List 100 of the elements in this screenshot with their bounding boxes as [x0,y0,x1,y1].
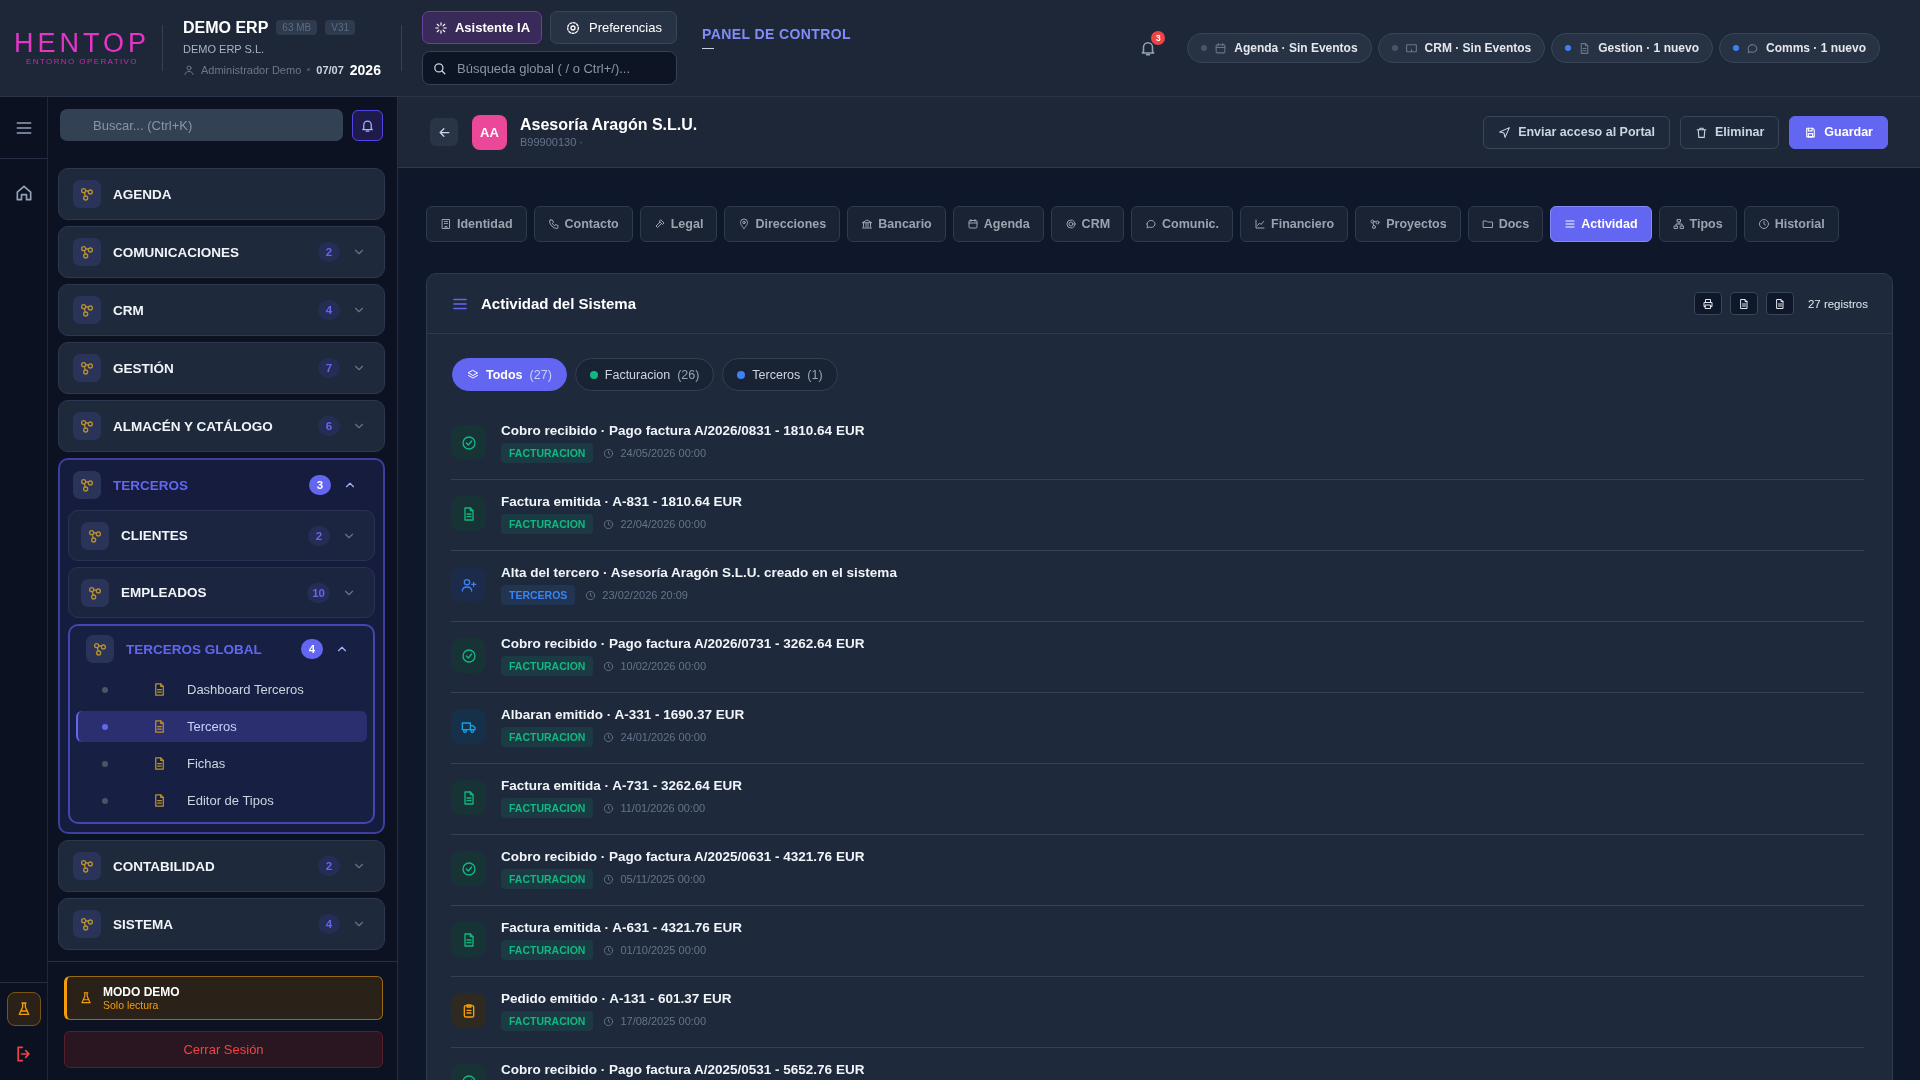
sidebar-item[interactable]: AGENDA [58,168,385,220]
check-circle-icon [460,434,477,451]
nodes-icon [79,477,95,493]
sidebar-item[interactable]: TERCEROS 3 [68,460,375,510]
tab[interactable]: Comunic. [1131,206,1234,242]
status-pill[interactable]: Gestion · 1 nuevo [1551,33,1713,63]
clock-icon [603,802,615,814]
portal-button[interactable]: Enviar acceso al Portal [1483,115,1671,149]
tab[interactable]: Contacto [533,206,633,242]
category-tag: FACTURACION [501,656,594,676]
settings-icon [565,19,581,36]
year-text: 2026 [349,61,381,78]
assistant-button[interactable]: Asistente IA [422,11,542,44]
clock-icon [603,944,615,956]
add-user-icon [460,576,477,593]
tab[interactable]: Historial [1743,206,1839,242]
print-button[interactable] [1693,292,1722,315]
tab[interactable]: Financiero [1240,206,1349,242]
activity-title: Factura emitida · A-631 - 4321.76 EUR [501,920,743,935]
activity-title: Cobro recibido · Pago factura A/2026/0731 - 3262.64 EUR [501,636,865,651]
nodes-icon [79,360,95,376]
sidebar-subitem[interactable]: Fichas [76,748,367,779]
category-tag: FACTURACION [501,727,594,747]
layers-icon [467,368,479,381]
category-tag: TERCEROS [501,585,576,605]
print-icon [1701,297,1714,310]
count-badge: 3 [309,475,331,495]
panel-link[interactable]: PANEL DE CONTROL [702,26,851,42]
delete-icon [1695,125,1709,139]
tab[interactable]: Legal [639,206,718,242]
bank-icon [861,218,874,230]
activity-date: 24/01/2026 00:00 [620,731,707,743]
sidebar-item[interactable]: CRM 4 [58,284,385,336]
status-pill[interactable]: CRM · Sin Eventos [1377,33,1546,63]
tab[interactable]: Identidad [426,206,527,242]
tab[interactable]: Tipos [1658,206,1737,242]
search-field[interactable]: Buscar... (Ctrl+K) [60,109,344,141]
sidebar-item[interactable]: EMPLEADOS 10 [68,567,375,618]
document-icon [1773,297,1786,310]
tab[interactable]: Direcciones [724,206,841,242]
status-pill[interactable]: Agenda · Sin Eventos [1187,33,1372,63]
clock-icon [603,1015,615,1027]
dash-mark: — [702,42,714,54]
filter-chip[interactable]: Todos (27) [452,358,567,391]
tab[interactable]: Docs [1467,206,1544,242]
sidebar-subitem[interactable]: Editor de Tipos [76,785,367,816]
sidebar-item[interactable]: CONTABILIDAD 2 [58,840,385,892]
count-badge: 2 [308,525,330,546]
sidebar-item[interactable]: SISTEMA 4 [58,898,385,950]
back-button[interactable] [430,118,458,146]
activity-date: 10/02/2026 00:00 [620,660,707,672]
tab[interactable]: Proyectos [1355,206,1461,242]
count-badge: 10 [307,582,330,603]
activity-date: 23/02/2026 20:09 [602,589,688,601]
sidebar-item[interactable]: CLIENTES 2 [68,510,375,561]
logo: HENTOP [14,29,150,57]
sidebar-item[interactable]: GESTIÓN 7 [58,342,385,394]
demo-button[interactable] [6,992,41,1026]
filter-chip[interactable]: Terceros (1) [722,358,838,391]
export-button[interactable] [1765,292,1794,315]
save-button[interactable]: Guardar [1789,115,1888,149]
pin-icon [738,218,751,230]
tab[interactable]: Actividad [1550,206,1652,242]
sidebar-item[interactable]: COMUNICACIONES 2 [58,226,385,278]
filter-chip[interactable]: Facturacion (26) [574,358,715,391]
delete-button[interactable]: Eliminar [1680,115,1780,149]
activity-title: Albaran emitido · A-331 - 1690.37 EUR [501,707,745,722]
search-field[interactable]: Búsqueda global ( / o Ctrl+/)... [422,51,677,85]
check-circle-icon [460,647,477,664]
bell-icon [360,117,376,133]
tab[interactable]: Agenda [952,206,1044,242]
nodes-icon [79,244,95,260]
export-button[interactable] [1729,292,1758,315]
tab[interactable]: CRM [1050,206,1125,242]
clock-icon [585,589,597,601]
sidebar-subitem[interactable]: Terceros [76,711,367,742]
hammer-icon [653,218,666,230]
sidebar-item[interactable]: ALMACÉN Y CATÁLOGO 6 [58,400,385,452]
logout-button[interactable]: Cerrar Sesión [64,1031,383,1068]
count-badge: 7 [318,358,340,378]
logo-tagline: ENTORNO OPERATIVO [26,57,138,67]
nodes-icon [92,641,108,657]
tab[interactable]: Bancario [847,206,946,242]
status-pill[interactable]: Comms · 1 nuevo [1718,33,1880,63]
activity-title: Factura emitida · A-831 - 1810.64 EUR [501,494,743,509]
nodes-icon [79,858,95,874]
preferences-button[interactable]: Preferencias [550,11,677,44]
demo-title: MODO DEMO [103,985,180,999]
clock-icon [603,660,615,672]
date-text: 07/07 [316,63,344,76]
panel-title: Actividad del Sistema [481,295,637,312]
clock-icon [603,518,615,530]
sidebar-subitem[interactable]: Dashboard Terceros [76,674,367,705]
target-icon [1064,218,1077,230]
nodes-icon [79,186,95,202]
avatar: AA [472,114,507,150]
count-badge: 6 [318,416,340,436]
sidebar-item[interactable]: TERCEROS GLOBAL 4 [76,626,367,672]
nodes-icon [79,302,95,318]
list-icon [1564,218,1577,230]
